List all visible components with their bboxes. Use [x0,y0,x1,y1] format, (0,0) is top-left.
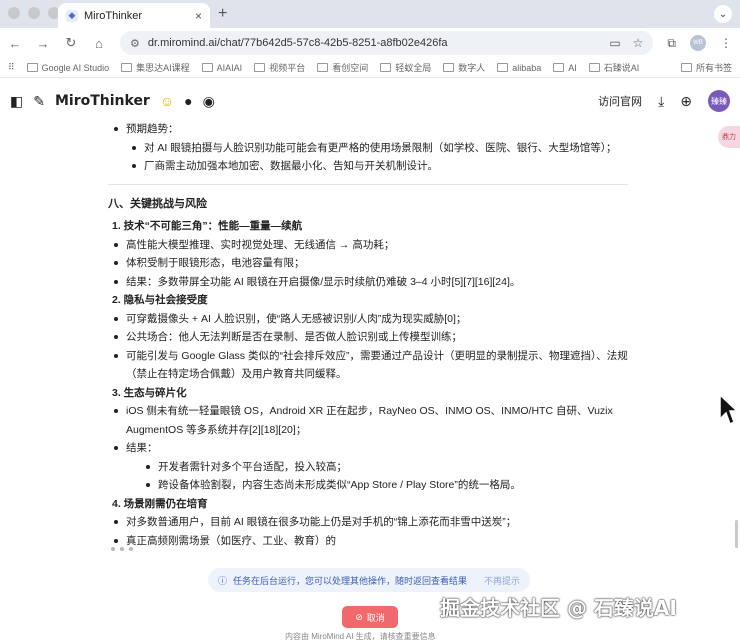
new-chat-edit-icon[interactable]: ✎ [33,93,45,110]
language-globe-icon[interactable]: ⊕ [680,93,692,110]
challenge-title: 1. 技术“不可能三角”：性能—重量—续航 [112,220,303,232]
folder-icon [443,63,455,72]
folder-icon [680,63,692,72]
challenge-title: 4. 场景刚需仍在培育 [112,497,208,510]
app-header: ◧ ✎ MiroThinker ☺ ● ◉ 访问官网 ⤓ ⊕ 臻臻 [0,78,740,124]
challenge-title: 3. 生态与碎片化 [112,386,187,399]
bookmarks-bar: ⠿ Google AI Studio 集思达AI课程 AIAIAI 视频平台 看… [0,58,740,78]
mouse-pointer-icon [719,393,738,426]
list-item: 结果：多数带屏全功能 AI 眼镜在开启摄像/显示时续航仍难破 3–4 小时[5]… [108,273,628,292]
profile-avatar[interactable]: WB [690,35,706,51]
section-heading: 八、关键挑战与风险 [108,197,207,210]
bookmark-item[interactable]: 集思达AI课程 [121,61,190,74]
folder-icon [121,63,133,72]
apps-grid-icon[interactable]: ⠿ [8,62,15,73]
list-item: 厂商需主动加强本地加密、数据最小化、告知与开关机制设计。 [108,157,628,176]
bookmark-item[interactable]: Google AI Studio [26,63,109,73]
cancel-button[interactable]: ⊘ 取消 [342,606,398,628]
divider [108,183,628,185]
tab-bar: ◆ MiroThinker × + ⌄ [0,0,740,28]
list-item: 高性能大模型推理、实时视觉处理、无线通信 → 高功耗； [108,236,628,255]
url-field[interactable]: ⚙ dr.miromind.ai/chat/77b642d5-57c8-42b5… [120,31,654,55]
minimize-window-button[interactable] [28,7,40,19]
visit-site-link[interactable]: 访问官网 [598,93,642,109]
home-icon[interactable]: ⌂ [92,36,106,51]
footer-disclaimer: 内容由 MiroMind AI 生成，请核查重要信息 [285,632,436,640]
list-item: 真正高频刚需场景（如医疗、工业、教育）的 [108,532,628,551]
bookmark-star-icon[interactable]: ☆ [633,36,644,50]
install-app-icon[interactable]: ▭ [609,36,620,50]
list-item: 公共场合：他人无法判断是否在录制、是否做人脸识别或上传模型训练； [108,328,628,347]
cancel-label: 取消 [366,612,385,623]
stop-icon: ⊘ [355,611,363,622]
list-item: 体积受制于眼镜形态，电池容量有限； [108,254,628,273]
list-item: 对多数普通用户，目前 AI 眼镜在很多功能上仍是对手机的“锦上添花而非雪中送炭”… [108,513,628,532]
browser-window: ◆ MiroThinker × + ⌄ ← → ↻ ⌂ ⚙ dr.miromin… [0,0,740,640]
folder-icon [553,63,565,72]
bookmark-item[interactable]: 视频平台 [254,61,305,74]
folder-icon [254,63,266,72]
forward-arrow-icon[interactable]: → [36,36,50,51]
extensions-icon[interactable]: ⧉ [667,36,676,51]
discord-icon[interactable]: ◉ [203,93,215,110]
folder-icon [201,63,213,72]
folder-icon [588,63,600,72]
site-info-icon[interactable]: ⚙ [130,37,140,50]
tab-close-icon[interactable]: × [195,9,202,23]
tab-title: MiroThinker [84,9,143,22]
list-item: 预期趋势： [108,120,628,139]
bookmark-item[interactable]: 石臻说AI [588,61,639,74]
folder-icon [380,63,392,72]
bookmark-item[interactable]: 轻蚁全局 [380,61,431,74]
folder-icon [317,63,329,72]
folder-icon [497,63,509,72]
loading-dots [111,547,133,551]
folder-icon [26,63,38,72]
dont-show-again-link[interactable]: 不再提示 [484,574,520,587]
list-item: 跨设备体验割裂，内容生态尚未形成类似“App Store / Play Stor… [108,476,628,495]
tab-mirothinker[interactable]: ◆ MiroThinker × [58,3,210,28]
report-content: 预期趋势： 对 AI 眼镜拍摄与人脸识别功能可能会有更严格的使用场景限制（如学校… [108,120,628,550]
reload-icon[interactable]: ↻ [64,35,78,51]
all-bookmarks[interactable]: 所有书签 [680,61,732,74]
window-controls [8,7,60,19]
browser-menu-icon[interactable]: ⋮ [720,36,732,50]
notice-text: 任务在后台运行，您可以处理其他操作，随时返回查看结果 [233,575,468,586]
bookmark-item[interactable]: alibaba [497,63,541,73]
list-item: iOS 侧未有统一轻量眼镜 OS，Android XR 正在起步，RayNeo … [108,402,628,439]
scrollbar[interactable] [735,520,738,548]
bookmark-item[interactable]: AIAIAI [201,63,242,73]
side-helper-bubble[interactable]: 鼎力 [718,126,740,148]
list-item: 开发者需针对多个平台适配，投入较高； [108,458,628,477]
list-item: 结果： [108,439,628,458]
bookmark-item[interactable]: 数字人 [443,61,485,74]
brand-name: MiroThinker [54,93,150,109]
sidebar-toggle-icon[interactable]: ◧ [10,93,23,110]
background-task-notice: ⓘ 任务在后台运行，您可以处理其他操作，随时返回查看结果 不再提示 [208,568,530,592]
list-item: 可穿戴摄像头 + AI 人脸识别，使“路人无感被识别/人肉”成为现实威胁[0]； [108,310,628,329]
new-tab-button[interactable]: + [218,5,227,23]
bookmark-item[interactable]: AI [553,63,577,73]
mirothinker-favicon-icon: ◆ [66,9,78,22]
address-bar-row: ← → ↻ ⌂ ⚙ dr.miromind.ai/chat/77b642d5-5… [0,28,740,58]
list-item: 可能引发与 Google Glass 类似的“社会排斥效应”，需要通过产品设计（… [108,347,628,384]
info-icon: ⓘ [218,575,228,586]
download-icon[interactable]: ⤓ [658,93,664,110]
watermark: 掘金技术社区 @ 石臻说AI [440,596,677,620]
url-text: dr.miromind.ai/chat/77b642d5-57c8-42b5-8… [147,37,448,49]
back-arrow-icon[interactable]: ← [8,36,22,51]
emoji-icon[interactable]: ☺ [160,93,174,109]
tab-search-chevron-icon[interactable]: ⌄ [714,5,732,23]
github-icon[interactable]: ● [184,93,192,109]
challenge-title: 2. 隐私与社会接受度 [112,294,208,306]
bookmark-item[interactable]: 看创空间 [317,61,368,74]
user-avatar[interactable]: 臻臻 [708,90,730,112]
close-window-button[interactable] [8,7,20,19]
list-item: 对 AI 眼镜拍摄与人脸识别功能可能会有更严格的使用场景限制（如学校、医院、银行… [108,139,628,158]
